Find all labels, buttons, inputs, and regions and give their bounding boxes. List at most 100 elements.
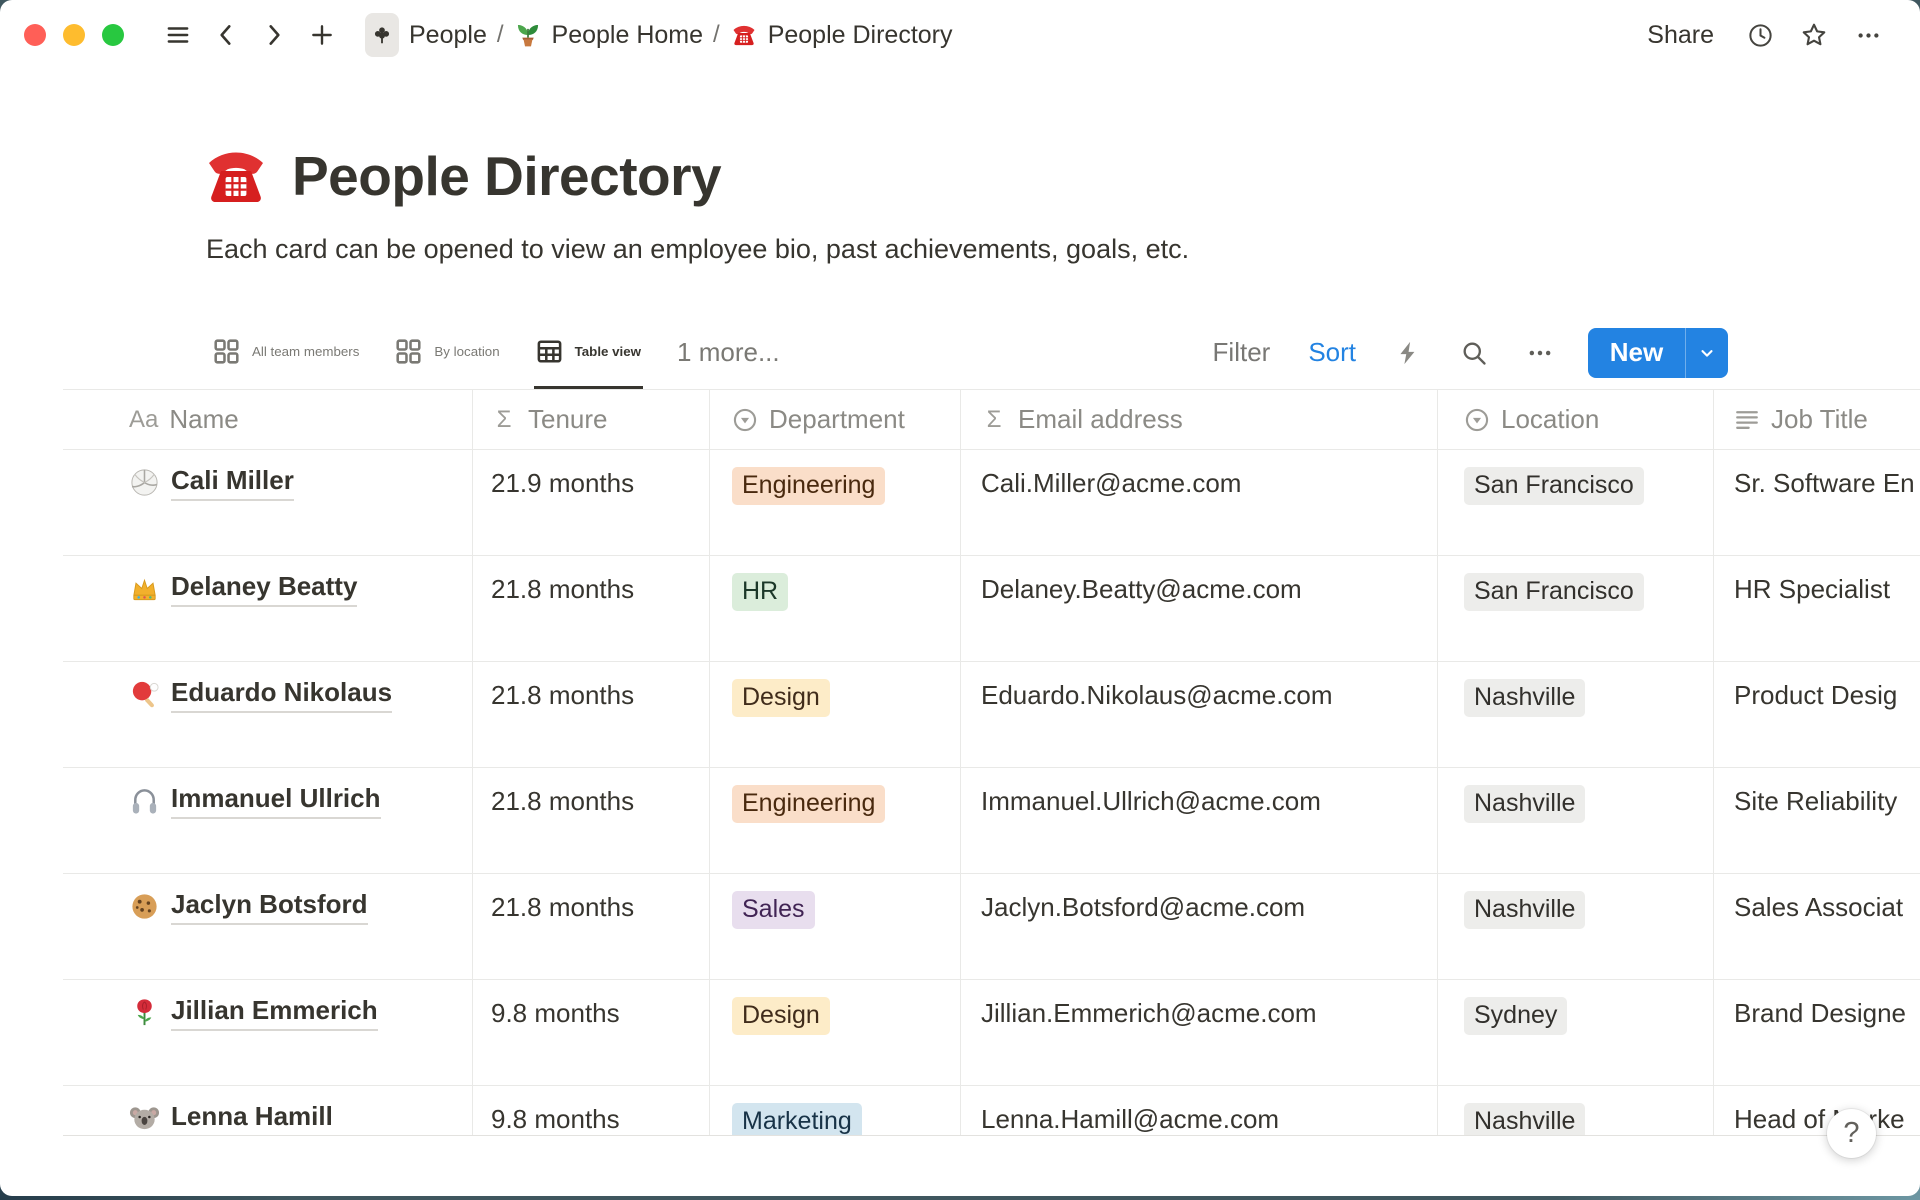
favorite-button[interactable] xyxy=(1792,15,1836,55)
job-title-cell[interactable]: Sr. Software En xyxy=(1714,450,1920,555)
tenure-cell[interactable]: 21.8 months xyxy=(473,768,710,873)
sort-button[interactable]: Sort xyxy=(1304,335,1360,370)
column-header-job-title[interactable]: Job Title xyxy=(1714,390,1920,449)
person-page-link[interactable]: Jillian Emmerich xyxy=(129,994,378,1031)
breadcrumb-people-home[interactable]: People Home xyxy=(505,16,712,55)
new-dropdown-button[interactable] xyxy=(1685,328,1728,378)
location-cell[interactable]: Nashville xyxy=(1438,1086,1714,1136)
person-page-link[interactable]: Cali Miller xyxy=(129,464,294,501)
breadcrumb-people[interactable]: People xyxy=(356,8,496,62)
page-telephone-icon[interactable] xyxy=(200,140,272,212)
email-cell[interactable]: Cali.Miller@acme.com xyxy=(961,450,1438,555)
search-button[interactable] xyxy=(1456,335,1492,371)
name-cell[interactable]: Delaney Beatty xyxy=(63,556,473,661)
name-cell[interactable]: Lenna Hamill xyxy=(63,1086,473,1136)
new-button-label[interactable]: New xyxy=(1588,328,1685,378)
new-button[interactable]: New xyxy=(1588,328,1728,378)
tenure-cell[interactable]: 21.8 months xyxy=(473,556,710,661)
table-row: Cali Miller 21.9 months Engineering Cali… xyxy=(63,450,1920,556)
person-emoji-icon xyxy=(129,1103,160,1134)
location-cell[interactable]: Nashville xyxy=(1438,874,1714,979)
share-button[interactable]: Share xyxy=(1633,15,1728,56)
minimize-window-button[interactable] xyxy=(63,24,85,46)
job-title-cell[interactable]: Brand Designe xyxy=(1714,980,1920,1085)
department-tag: Engineering xyxy=(732,467,885,505)
breadcrumb-people-directory[interactable]: People Directory xyxy=(721,16,962,55)
name-cell[interactable]: Jillian Emmerich xyxy=(63,980,473,1085)
forward-button[interactable] xyxy=(254,15,294,55)
view-options-button[interactable] xyxy=(1522,335,1558,371)
department-cell[interactable]: Engineering xyxy=(710,768,961,873)
job-title-cell[interactable]: Site Reliability xyxy=(1714,768,1920,873)
department-cell[interactable]: Marketing xyxy=(710,1086,961,1136)
email-cell[interactable]: Immanuel.Ullrich@acme.com xyxy=(961,768,1438,873)
location-tag: Nashville xyxy=(1464,891,1585,929)
tenure-cell[interactable]: 9.8 months xyxy=(473,980,710,1085)
more-views-button[interactable]: 1 more... xyxy=(675,316,782,389)
email-cell[interactable]: Jillian.Emmerich@acme.com xyxy=(961,980,1438,1085)
person-page-link[interactable]: Immanuel Ullrich xyxy=(129,782,381,819)
tab-table-view[interactable]: Table view xyxy=(534,316,643,389)
back-button[interactable] xyxy=(206,15,246,55)
location-cell[interactable]: San Francisco xyxy=(1438,556,1714,661)
tab-by-location[interactable]: By location xyxy=(393,316,501,389)
potted-plant-icon xyxy=(514,21,542,49)
person-page-link[interactable]: Lenna Hamill xyxy=(129,1100,333,1136)
location-tag: Sydney xyxy=(1464,997,1567,1035)
new-page-button[interactable] xyxy=(302,15,342,55)
page-description[interactable]: Each card can be opened to view an emplo… xyxy=(206,234,1189,265)
zoom-window-button[interactable] xyxy=(102,24,124,46)
column-header-email[interactable]: Σ Email address xyxy=(961,390,1438,449)
help-button[interactable]: ? xyxy=(1827,1109,1876,1158)
department-cell[interactable]: Design xyxy=(710,662,961,767)
select-property-icon xyxy=(732,407,758,433)
department-cell[interactable]: Design xyxy=(710,980,961,1085)
tenure-cell[interactable]: 9.8 months xyxy=(473,1086,710,1136)
table-body: Cali Miller 21.9 months Engineering Cali… xyxy=(63,450,1920,1136)
name-cell[interactable]: Jaclyn Botsford xyxy=(63,874,473,979)
name-cell[interactable]: Eduardo Nikolaus xyxy=(63,662,473,767)
department-cell[interactable]: Sales xyxy=(710,874,961,979)
location-cell[interactable]: Nashville xyxy=(1438,662,1714,767)
table-header-row: Aa Name Σ Tenure Department Σ Email addr… xyxy=(63,390,1920,450)
column-header-location[interactable]: Location xyxy=(1438,390,1714,449)
column-header-name[interactable]: Aa Name xyxy=(63,390,473,449)
more-options-button[interactable] xyxy=(1846,15,1890,55)
person-page-link[interactable]: Delaney Beatty xyxy=(129,570,357,607)
person-page-link[interactable]: Jaclyn Botsford xyxy=(129,888,368,925)
close-window-button[interactable] xyxy=(24,24,46,46)
email-cell[interactable]: Eduardo.Nikolaus@acme.com xyxy=(961,662,1438,767)
email-cell[interactable]: Delaney.Beatty@acme.com xyxy=(961,556,1438,661)
tenure-cell[interactable]: 21.9 months xyxy=(473,450,710,555)
email-cell[interactable]: Lenna.Hamill@acme.com xyxy=(961,1086,1438,1136)
person-page-link[interactable]: Eduardo Nikolaus xyxy=(129,676,392,713)
job-title-cell[interactable]: HR Specialist xyxy=(1714,556,1920,661)
column-header-department[interactable]: Department xyxy=(710,390,961,449)
location-cell[interactable]: San Francisco xyxy=(1438,450,1714,555)
department-cell[interactable]: HR xyxy=(710,556,961,661)
filter-button[interactable]: Filter xyxy=(1209,335,1275,370)
sidebar-toggle-button[interactable] xyxy=(158,15,198,55)
updates-button[interactable] xyxy=(1738,15,1782,55)
name-cell[interactable]: Cali Miller xyxy=(63,450,473,555)
page-header: People Directory xyxy=(200,140,721,212)
email-cell[interactable]: Jaclyn.Botsford@acme.com xyxy=(961,874,1438,979)
automations-button[interactable] xyxy=(1390,335,1426,371)
job-title-cell[interactable]: Head of Marke xyxy=(1714,1086,1920,1136)
column-header-tenure[interactable]: Σ Tenure xyxy=(473,390,710,449)
tab-all-team-members[interactable]: All team members xyxy=(211,316,361,389)
column-label: Name xyxy=(169,403,238,436)
tenure-cell[interactable]: 21.8 months xyxy=(473,874,710,979)
page-title[interactable]: People Directory xyxy=(292,144,721,208)
job-title-cell[interactable]: Sales Associat xyxy=(1714,874,1920,979)
name-cell[interactable]: Immanuel Ullrich xyxy=(63,768,473,873)
department-cell[interactable]: Engineering xyxy=(710,450,961,555)
job-title-cell[interactable]: Product Desig xyxy=(1714,662,1920,767)
location-cell[interactable]: Sydney xyxy=(1438,980,1714,1085)
person-emoji-icon xyxy=(129,785,160,816)
person-emoji-icon xyxy=(129,679,160,710)
desktop: People / People Home / People Directory … xyxy=(0,0,1920,1200)
location-cell[interactable]: Nashville xyxy=(1438,768,1714,873)
tenure-cell[interactable]: 21.8 months xyxy=(473,662,710,767)
people-table: Aa Name Σ Tenure Department Σ Email addr… xyxy=(63,390,1920,1136)
